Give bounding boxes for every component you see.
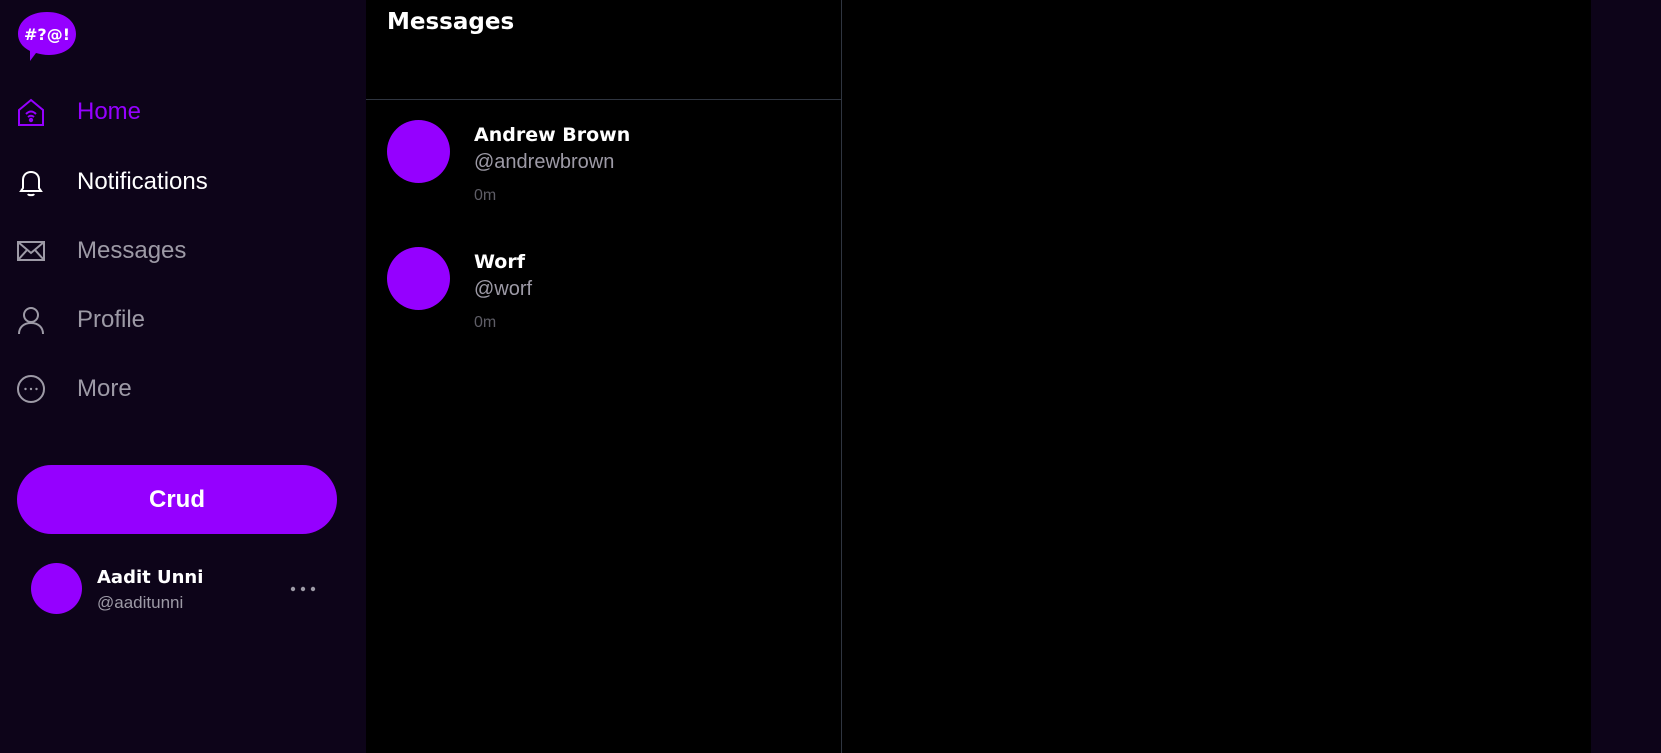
sidebar-item-label: Notifications: [77, 168, 208, 195]
logo-text: #?@!: [24, 25, 70, 44]
conversation-item[interactable]: Worf @worf 0m: [366, 227, 841, 347]
sidebar-item-messages[interactable]: Messages: [16, 227, 336, 275]
conversation-name: Worf: [474, 251, 525, 273]
avatar: [31, 563, 82, 614]
crud-button[interactable]: Crud: [17, 465, 337, 534]
profile-card[interactable]: Aadit Unni @aaditunni: [31, 563, 321, 615]
profile-more-icon[interactable]: [286, 577, 320, 601]
conversation-time: 0m: [474, 187, 497, 204]
bell-icon: [16, 167, 46, 197]
sidebar-item-label: More: [77, 375, 132, 402]
user-icon: [16, 305, 46, 335]
conversation-item[interactable]: Andrew Brown @andrewbrown 0m: [366, 100, 841, 220]
logo-speech-bubble-icon: #?@!: [18, 12, 76, 61]
message-detail-panel: [842, 0, 1591, 753]
sidebar-item-more[interactable]: More: [16, 365, 336, 413]
home-icon: [16, 97, 46, 127]
profile-handle: @aaditunni: [97, 593, 184, 612]
sidebar: #?@! Home Notifications Messages Profile…: [0, 0, 366, 753]
conversation-time: 0m: [474, 314, 497, 331]
sidebar-item-profile[interactable]: Profile: [16, 296, 336, 344]
profile-name: Aadit Unni: [97, 567, 204, 588]
conversation-handle: @andrewbrown: [474, 151, 615, 173]
messages-panel: Messages Andrew Brown @andrewbrown 0m Wo…: [366, 0, 842, 753]
messages-header: Messages: [366, 0, 841, 100]
sidebar-item-home[interactable]: Home: [16, 88, 336, 136]
app-logo[interactable]: #?@!: [16, 10, 78, 62]
sidebar-item-label: Messages: [77, 237, 187, 264]
sidebar-item-label: Profile: [77, 306, 146, 333]
avatar: [387, 247, 450, 310]
right-margin: [1591, 0, 1661, 753]
sidebar-item-notifications[interactable]: Notifications: [16, 158, 336, 206]
conversation-handle: @worf: [474, 278, 533, 300]
avatar: [387, 120, 450, 183]
envelope-icon: [16, 236, 46, 266]
more-circle-icon: [16, 374, 46, 404]
conversation-name: Andrew Brown: [474, 124, 631, 146]
sidebar-item-label: Home: [77, 98, 142, 125]
page-title: Messages: [387, 9, 515, 35]
